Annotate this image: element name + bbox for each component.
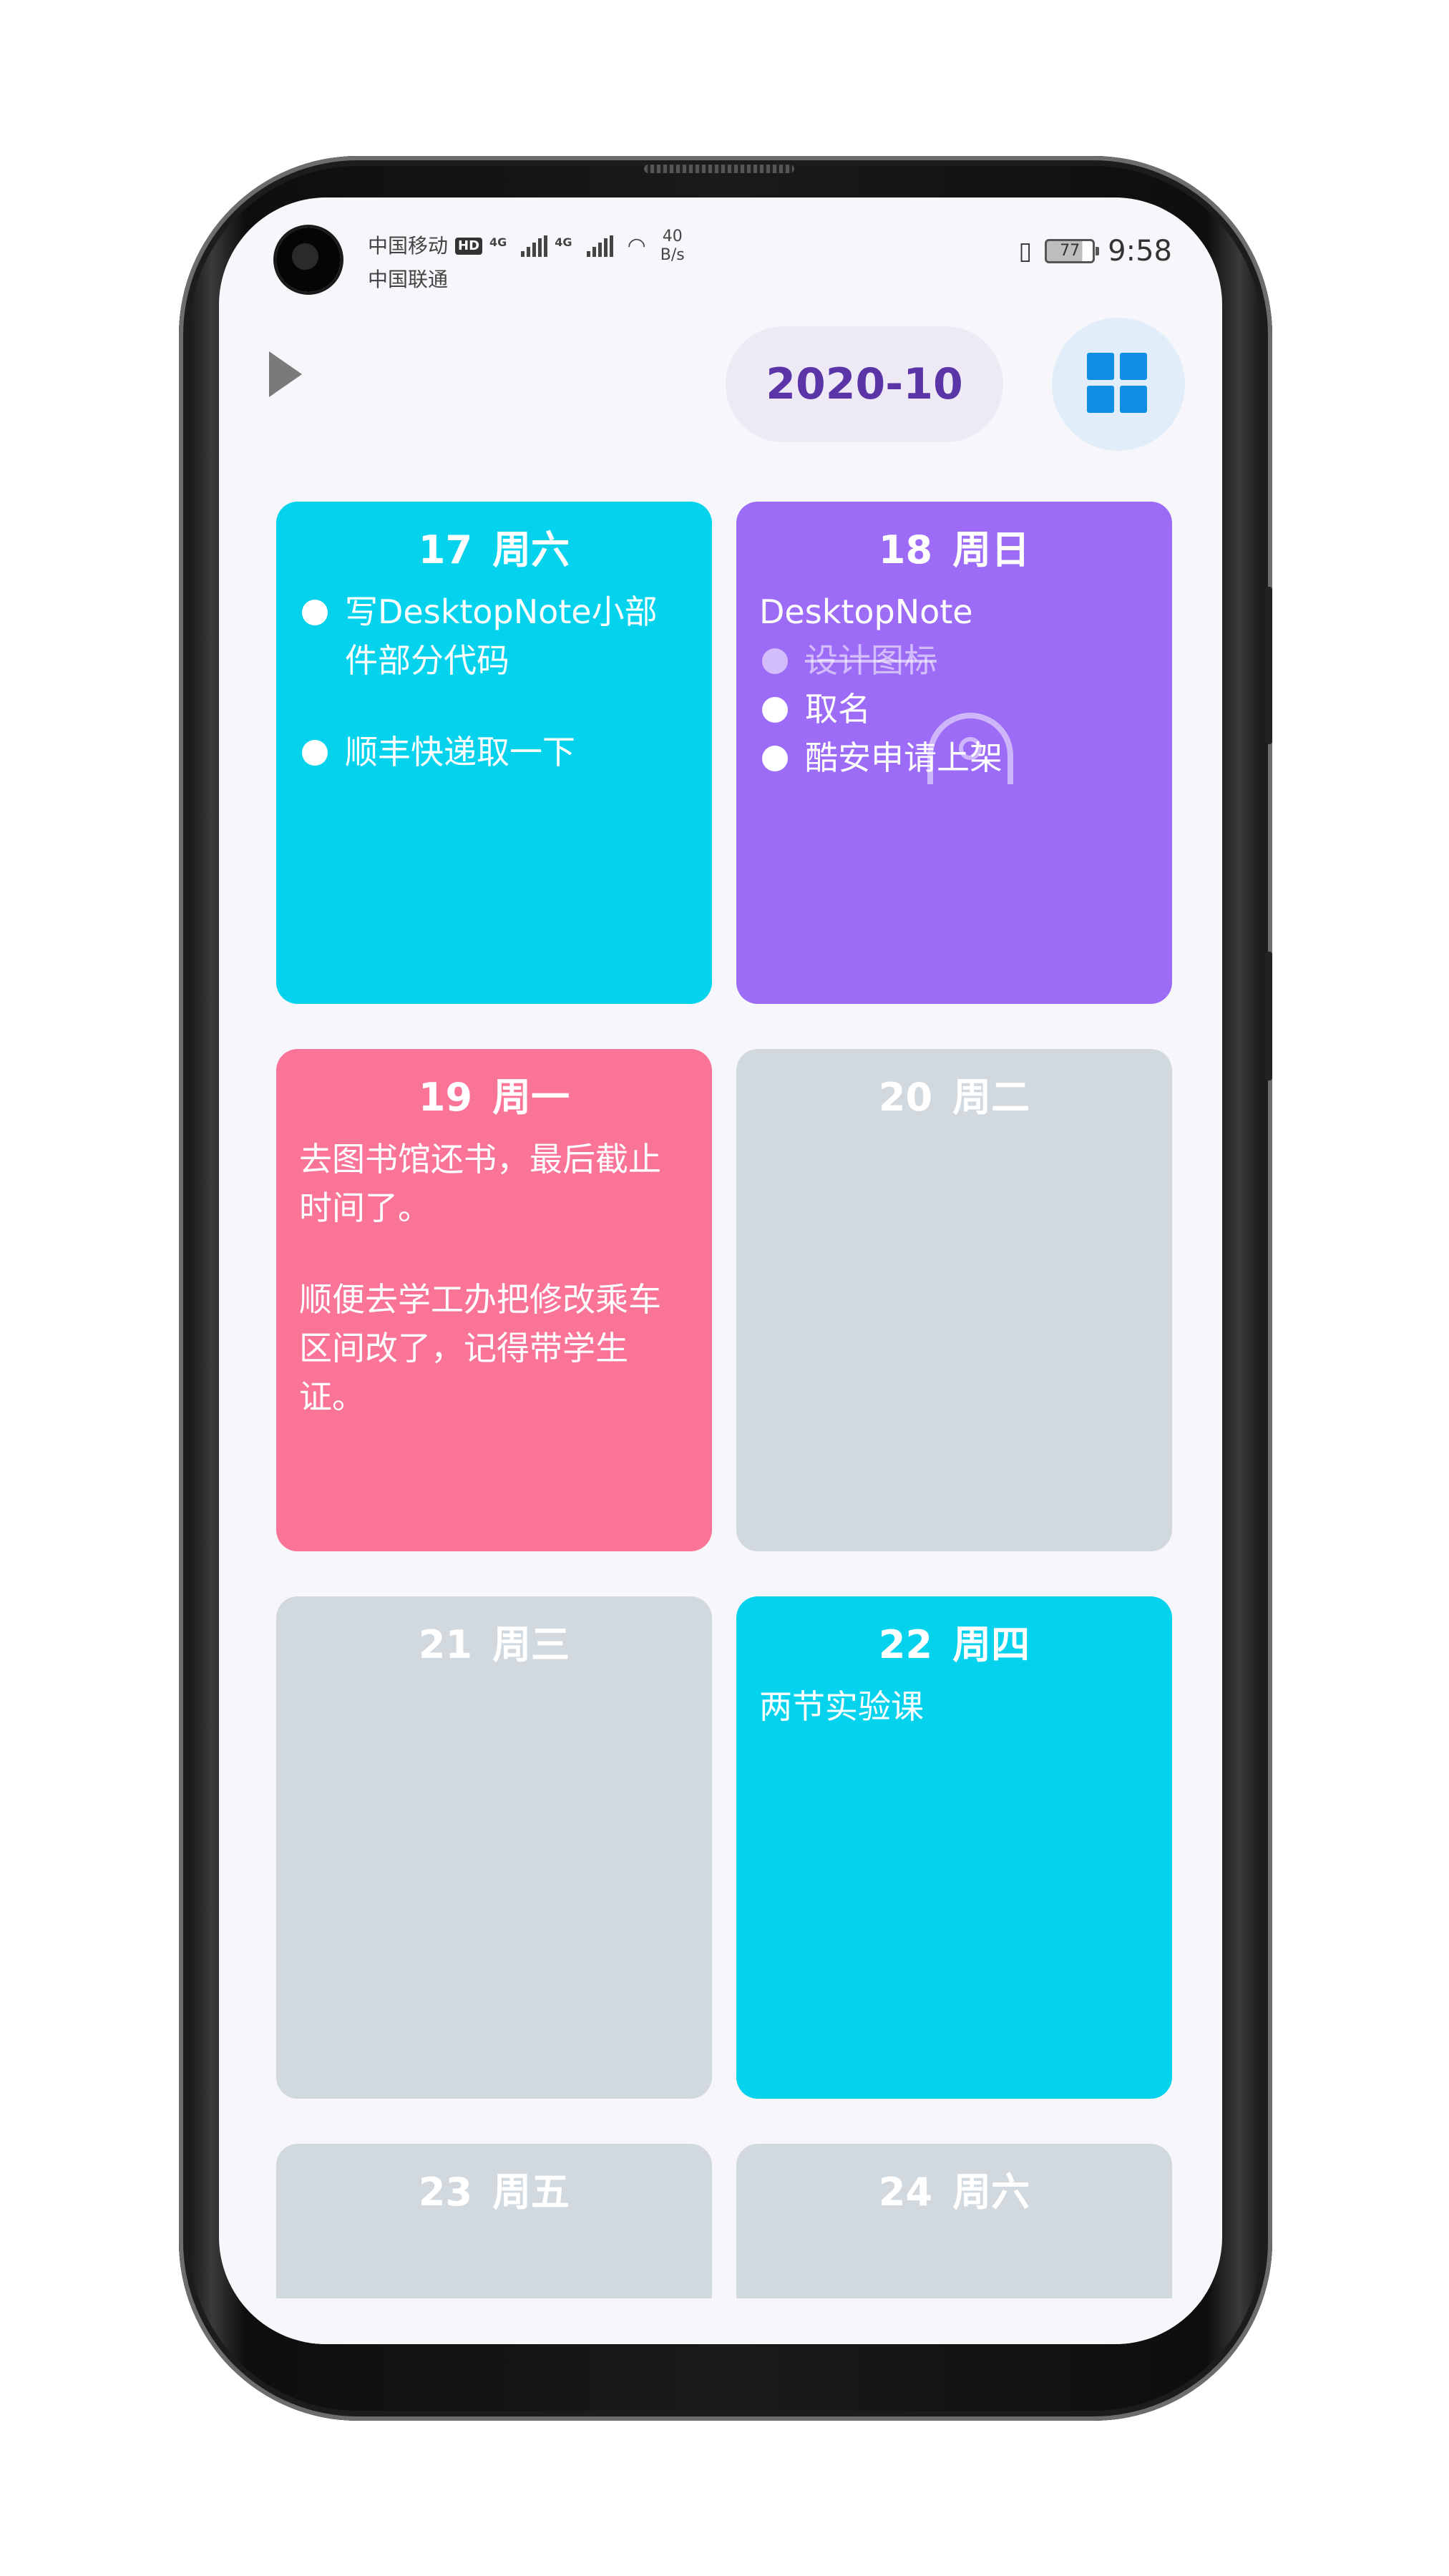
note-paragraph: 去图书馆还书，最后截止时间了。 [299, 1140, 661, 1227]
day-card-title: 20 周二 [759, 1075, 1149, 1121]
wifi-icon: ◠ [627, 233, 646, 258]
day-card-title: 22 周四 [759, 1622, 1149, 1668]
day-card-20[interactable]: 20 周二 [736, 1049, 1172, 1551]
note-paragraph: 顺便去学工办把修改乘车区间改了，记得带学生证。 [299, 1280, 661, 1416]
vibrate-icon: ▯ [1018, 237, 1033, 265]
weekday-label: 周六 [952, 2170, 1030, 2215]
screen-bottom-edge [219, 2298, 1222, 2344]
day-card-title: 21 周三 [299, 1622, 689, 1668]
note-heading: DesktopNote [759, 592, 973, 631]
weekday-label: 周二 [952, 1075, 1030, 1120]
network-speed-value: 40 [662, 228, 683, 245]
carrier-secondary: 中国联通 [368, 268, 449, 291]
signal-icon-2 [586, 235, 613, 257]
day-number: 19 [418, 1075, 473, 1120]
weekday-label: 周一 [492, 1075, 570, 1120]
day-number: 24 [878, 2170, 933, 2215]
battery-icon: 77 [1045, 239, 1100, 263]
day-number: 20 [878, 1075, 933, 1120]
day-number: 17 [418, 527, 473, 572]
front-camera [276, 228, 341, 292]
network-type-2: 4G [555, 235, 572, 249]
day-card-21[interactable]: 21 周三 [276, 1596, 712, 2099]
day-number: 23 [418, 2170, 473, 2215]
day-card-19[interactable]: 19 周一 去图书馆还书，最后截止时间了。 顺便去学工办把修改乘车区间改了，记得带… [276, 1049, 712, 1551]
day-card-title: 18 周日 [759, 527, 1149, 573]
todo-item: 顺丰快递取一下 [299, 728, 689, 776]
day-card-22[interactable]: 22 周四 两节实验课 [736, 1596, 1172, 2099]
signal-icon-1 [521, 235, 548, 257]
hd-badge: HD [455, 238, 483, 255]
earpiece-speaker [644, 165, 794, 173]
weekday-label: 周五 [492, 2170, 570, 2215]
volume-button [1265, 587, 1272, 744]
screen: 中国移动 HD 4G 4G ◠ 40 B/s 中国联通 ▯ 77 9:58 20… [219, 197, 1222, 2344]
month-selector[interactable]: 2020-10 [726, 326, 1003, 442]
grid-view-button[interactable] [1052, 318, 1185, 451]
play-icon[interactable] [269, 351, 302, 397]
status-bar-right: ▯ 77 9:58 [1018, 235, 1172, 268]
day-card-17[interactable]: 17 周六 写DesktopNote小部件部分代码 顺丰快递取一下 [276, 502, 712, 1004]
todo-item-done: 设计图标 [759, 636, 1149, 685]
weekday-label: 周六 [492, 527, 570, 572]
day-card-title: 24 周六 [759, 2170, 1149, 2215]
network-speed: 40 B/s [660, 228, 685, 265]
day-number: 18 [878, 527, 933, 572]
day-card-title: 23 周五 [299, 2170, 689, 2215]
network-type-1: 4G [489, 235, 507, 249]
day-number: 22 [878, 1622, 933, 1667]
weekday-label: 周四 [952, 1622, 1030, 1667]
todo-item: 写DesktopNote小部件部分代码 [299, 587, 689, 685]
day-number: 21 [418, 1622, 473, 1667]
network-speed-unit: B/s [660, 246, 685, 264]
weekday-label: 周三 [492, 1622, 570, 1667]
day-card-title: 19 周一 [299, 1075, 689, 1121]
power-button [1265, 952, 1272, 1080]
weekday-label: 周日 [952, 527, 1030, 572]
carrier-primary: 中国移动 [368, 234, 449, 258]
status-bar-left: 中国移动 HD 4G 4G ◠ 40 B/s 中国联通 [368, 228, 685, 295]
day-card-title: 17 周六 [299, 527, 689, 573]
grid-icon [1087, 353, 1114, 380]
note-paragraph: 两节实验课 [759, 1687, 924, 1726]
clock: 9:58 [1108, 235, 1172, 268]
